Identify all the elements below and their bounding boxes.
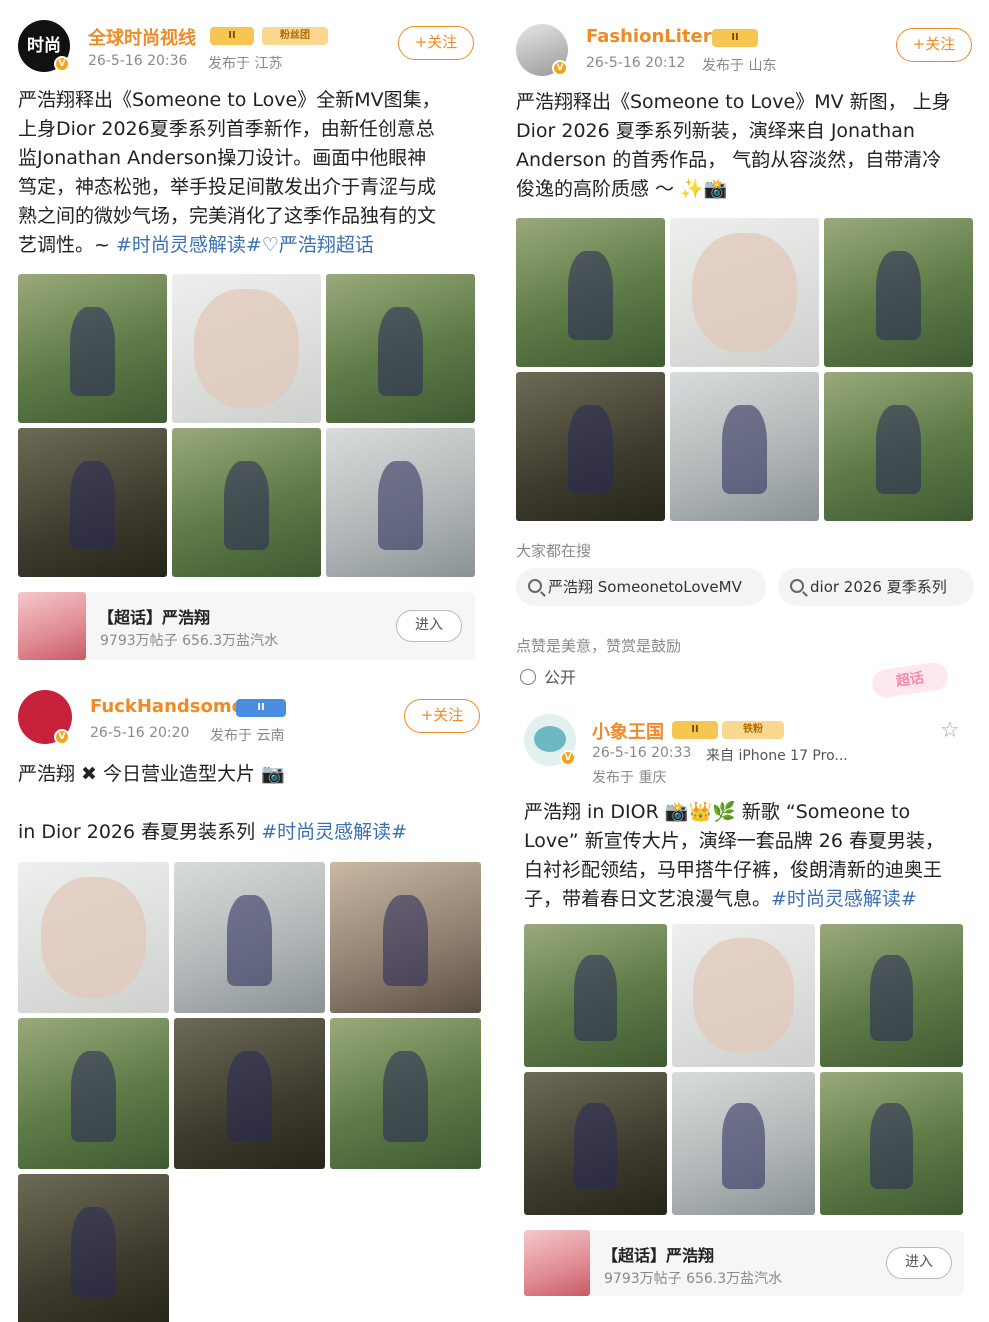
post-location: 发布于 山东 — [702, 58, 777, 74]
post-text: 严浩翔 ✖ 今日营业造型大片 📷 in Dior 2026 春夏男装系列 #时尚… — [18, 763, 408, 843]
post-time: 26-5-16 20:12 — [586, 55, 686, 71]
follow-button[interactable]: +关注 — [404, 699, 480, 733]
fan-badge: 粉丝团 — [262, 27, 328, 45]
username[interactable]: FuckHandsome — [90, 696, 244, 717]
post-text: 严浩翔释出《Someone to Love》MV 新图， 上身 Dior 202… — [516, 91, 951, 200]
post-image[interactable] — [672, 924, 815, 1067]
column-gap — [494, 0, 504, 1322]
super-topic-title: 【超话】严浩翔 — [98, 608, 211, 627]
reward-note: 点赞是美意，赞赏是鼓励 — [516, 637, 682, 655]
verified-icon: V — [560, 750, 576, 766]
post-image[interactable] — [524, 924, 667, 1067]
post-time: 26-5-16 20:36 — [88, 53, 188, 69]
follow-button[interactable]: +关注 — [398, 26, 474, 60]
post-image[interactable] — [18, 428, 167, 577]
search-chip[interactable]: dior 2026 夏季系列 — [778, 568, 974, 606]
post-image[interactable] — [820, 1072, 963, 1215]
post-text: 严浩翔 in DIOR 📸👑🌿 新歌 “Someone to Love” 新宣传… — [524, 801, 944, 910]
post-image[interactable] — [516, 218, 665, 367]
username[interactable]: FashionLitera — [586, 26, 724, 47]
vip-level-badge: II — [672, 721, 718, 739]
hashtag-link[interactable]: #时尚灵感解读# — [771, 888, 917, 910]
post-image[interactable] — [18, 1018, 169, 1169]
super-topic-stats: 9793万帖子 656.3万盐汽水 — [100, 633, 279, 649]
super-topic-sticker: 超话 — [870, 660, 950, 700]
hashtag-link[interactable]: #时尚灵感解读# — [116, 234, 262, 256]
vip-level-badge: II — [712, 29, 758, 47]
super-topic-thumbnail — [524, 1230, 590, 1296]
favorite-star-icon[interactable]: ☆ — [940, 718, 960, 743]
post-image[interactable] — [18, 862, 169, 1013]
post-time: 26-5-16 20:20 — [90, 725, 190, 741]
post-image[interactable] — [516, 372, 665, 521]
verified-icon: V — [54, 56, 70, 72]
visibility: 公开 — [520, 664, 576, 688]
verified-icon: V — [552, 60, 568, 76]
vip-level-badge: II — [210, 27, 254, 45]
super-topic-link[interactable]: ♡严浩翔超话 — [262, 234, 374, 256]
follow-button[interactable]: +关注 — [896, 28, 972, 62]
super-topic-card[interactable]: 【超话】严浩翔 9793万帖子 656.3万盐汽水 进入 — [524, 1230, 964, 1296]
image-grid — [516, 218, 973, 521]
post-time: 26-5-16 20:33 — [592, 745, 692, 761]
search-chip[interactable]: 严浩翔 SomeonetoLoveMV — [516, 568, 766, 606]
image-grid — [18, 274, 475, 577]
fan-badge: 铁粉 — [722, 721, 784, 739]
post-location: 发布于 重庆 — [592, 770, 667, 786]
search-icon — [790, 579, 804, 593]
post-image[interactable] — [172, 274, 321, 423]
post-text: 严浩翔释出《Someone to Love》全新MV图集， 上身Dior 202… — [18, 89, 441, 256]
post-image[interactable] — [524, 1072, 667, 1215]
image-grid — [18, 862, 481, 1322]
post-image[interactable] — [672, 1072, 815, 1215]
enter-button[interactable]: 进入 — [396, 610, 462, 642]
elephant-avatar-icon — [534, 726, 566, 752]
hashtag-link[interactable]: #时尚灵感解读# — [261, 821, 407, 843]
post-image[interactable] — [18, 274, 167, 423]
post-image[interactable] — [18, 1174, 169, 1322]
trending-search-label: 大家都在搜 — [516, 542, 592, 560]
super-topic-thumbnail — [18, 592, 86, 660]
post-source: 来自 iPhone 17 Pro... — [706, 748, 848, 764]
post-image[interactable] — [824, 372, 973, 521]
post-location: 发布于 江苏 — [208, 56, 283, 72]
vip-level-badge: II — [236, 699, 286, 717]
image-grid — [524, 924, 964, 1215]
username[interactable]: 小象王国 — [592, 718, 664, 744]
post-image[interactable] — [670, 372, 819, 521]
enter-button[interactable]: 进入 — [886, 1247, 952, 1279]
post-image[interactable] — [330, 1018, 481, 1169]
post-image[interactable] — [174, 1018, 325, 1169]
username[interactable]: 全球时尚视线 — [88, 24, 196, 50]
post-image[interactable] — [174, 862, 325, 1013]
super-topic-card[interactable]: 【超话】严浩翔 9793万帖子 656.3万盐汽水 进入 — [18, 592, 475, 660]
verified-icon: V — [54, 729, 70, 745]
post-image[interactable] — [326, 428, 475, 577]
post-image[interactable] — [824, 218, 973, 367]
globe-icon — [520, 669, 536, 685]
post-image[interactable] — [820, 924, 963, 1067]
post-image[interactable] — [326, 274, 475, 423]
super-topic-stats: 9793万帖子 656.3万盐汽水 — [604, 1271, 783, 1287]
post-image[interactable] — [670, 218, 819, 367]
post-image[interactable] — [172, 428, 321, 577]
super-topic-title: 【超话】严浩翔 — [602, 1246, 715, 1265]
search-icon — [528, 579, 542, 593]
avatar-logo-text: 时尚 — [27, 36, 61, 56]
post-location: 发布于 云南 — [210, 728, 285, 744]
post-image[interactable] — [330, 862, 481, 1013]
